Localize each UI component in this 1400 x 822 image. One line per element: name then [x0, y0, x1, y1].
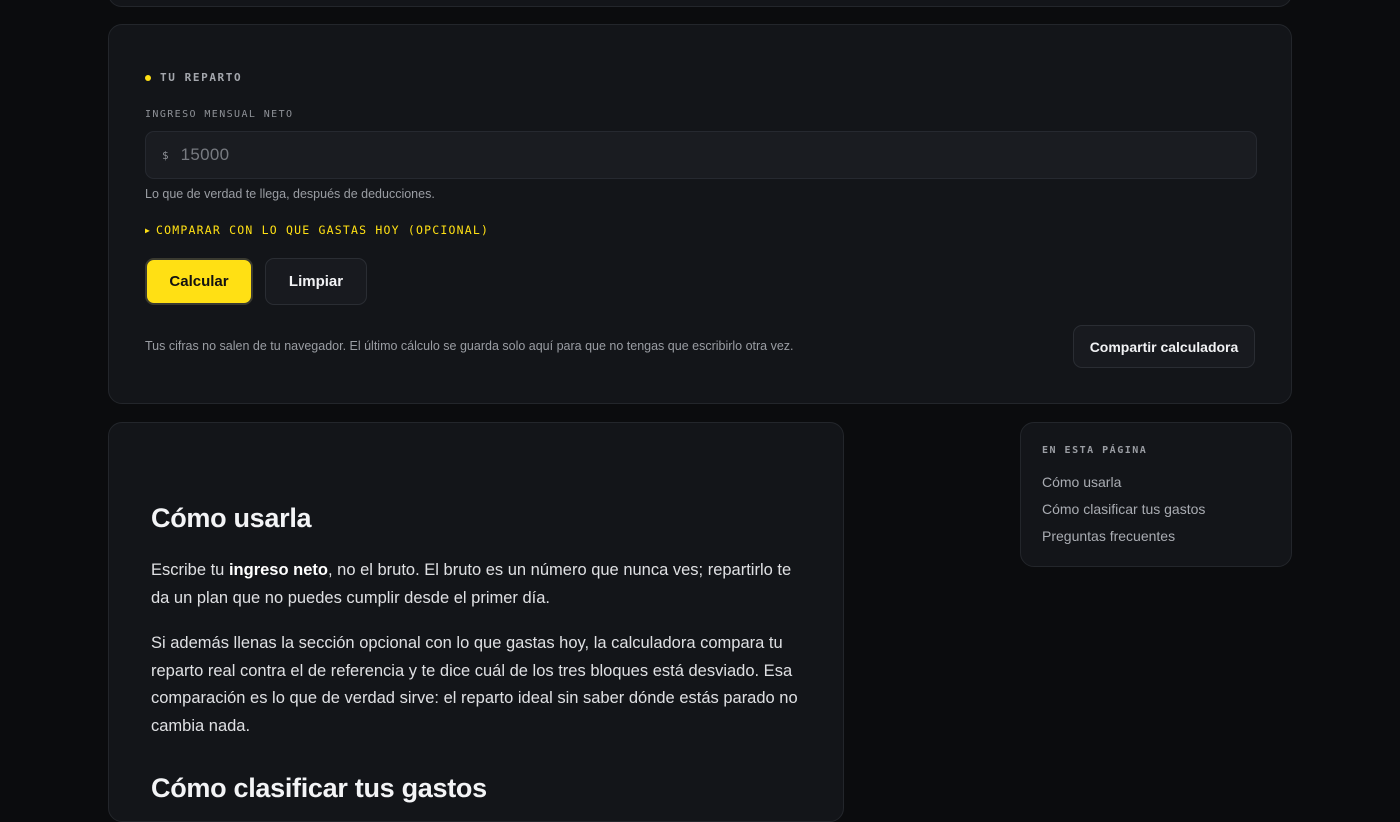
accent-dot-icon [145, 74, 151, 81]
toc-link-classify[interactable]: Cómo clasificar tus gastos [1042, 501, 1205, 517]
table-of-contents: EN ESTA PÁGINA Cómo usarla Cómo clasific… [1020, 422, 1292, 567]
toc-title: EN ESTA PÁGINA [1042, 445, 1148, 456]
clear-button[interactable]: Limpiar [265, 258, 367, 305]
how-to-heading: Cómo usarla [151, 503, 312, 533]
income-input[interactable] [180, 145, 1181, 165]
previous-card-edge [108, 0, 1292, 7]
article-content: Cómo usarla Escribe tu ingreso neto, no … [108, 422, 844, 822]
toc-link-how-to[interactable]: Cómo usarla [1042, 474, 1121, 490]
income-label: INGRESO MENSUAL NETO [145, 109, 294, 120]
share-calculator-button[interactable]: Compartir calculadora [1073, 325, 1255, 368]
calculator-card: TU REPARTO INGRESO MENSUAL NETO $ Lo que… [108, 24, 1292, 404]
privacy-note: Tus cifras no salen de tu navegador. El … [145, 339, 794, 353]
p1-strong: ingreso neto [228, 561, 328, 579]
p1-text-before: Escribe tu [151, 561, 229, 579]
toc-link-faq[interactable]: Preguntas frecuentes [1042, 528, 1175, 544]
compare-toggle[interactable]: ▶ COMPARAR CON LO QUE GASTAS HOY (OPCION… [145, 223, 489, 237]
triangle-right-icon: ▶ [145, 225, 152, 235]
how-to-paragraph-1: Escribe tu ingreso neto, no el bruto. El… [151, 557, 807, 612]
how-to-paragraph-2: Si además llenas la sección opcional con… [151, 634, 798, 735]
income-field[interactable]: $ [145, 131, 1257, 179]
classify-heading: Cómo clasificar tus gastos [151, 773, 487, 803]
compare-toggle-label: COMPARAR CON LO QUE GASTAS HOY (OPCIONAL… [156, 223, 490, 237]
section-label-text: TU REPARTO [160, 71, 243, 84]
calculate-button[interactable]: Calcular [145, 258, 253, 305]
section-label: TU REPARTO [145, 71, 242, 84]
currency-symbol: $ [162, 148, 169, 162]
income-hint: Lo que de verdad te llega, después de de… [145, 187, 435, 201]
